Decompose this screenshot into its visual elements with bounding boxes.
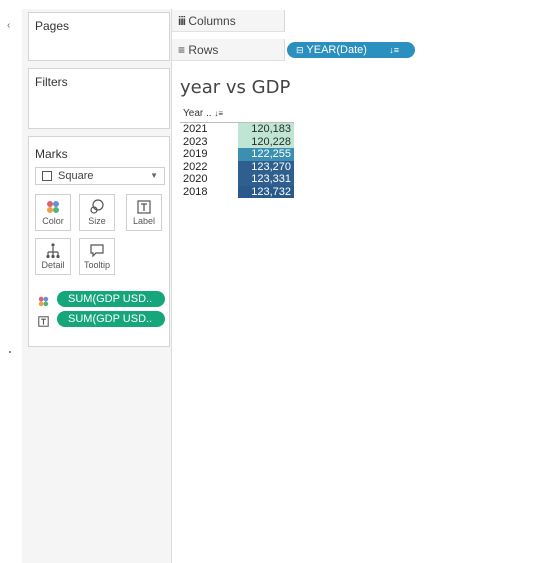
- collapse-plus-icon: ⊟: [296, 45, 304, 55]
- year-cell[interactable]: 2019: [183, 148, 207, 161]
- detail-button[interactable]: Detail: [35, 238, 71, 275]
- size-button[interactable]: Size: [79, 194, 115, 231]
- year-cell[interactable]: 2018: [183, 186, 207, 199]
- highlight-table: 2021 120,183 2023 120,228 2019 122,255 2022 123…: [183, 123, 295, 198]
- filters-card[interactable]: Filters: [28, 68, 170, 129]
- filters-title: Filters: [35, 75, 68, 89]
- label-button[interactable]: Label: [126, 194, 162, 231]
- table-row[interactable]: 2019 122,255: [183, 148, 295, 161]
- label-T-icon: [127, 199, 161, 215]
- viz-title: year vs GDP: [180, 77, 291, 98]
- marks-field-label[interactable]: SUM(GDP USD..: [35, 311, 167, 327]
- tooltip-button[interactable]: Tooltip: [79, 238, 115, 275]
- gdp-value-cell[interactable]: 122,255: [238, 148, 294, 161]
- pages-card[interactable]: Pages: [28, 12, 170, 61]
- table-row[interactable]: 2023 120,228: [183, 135, 295, 149]
- year-cell[interactable]: 2020: [183, 173, 207, 186]
- marks-card: Marks Square ▼ Color Size Label Detail T…: [28, 136, 170, 347]
- sort-icon: ↓≡: [389, 45, 399, 55]
- color-dots-icon: [36, 199, 70, 215]
- year-date-pill[interactable]: ⊟ YEAR(Date) ↓≡: [287, 42, 415, 58]
- sum-gdp-color-pill[interactable]: SUM(GDP USD..: [57, 291, 165, 307]
- color-label: Color: [42, 216, 64, 226]
- color-dots-icon: [38, 294, 49, 307]
- columns-icon: iii: [178, 14, 186, 28]
- gdp-value-cell[interactable]: 123,732: [238, 185, 294, 198]
- label-label: Label: [132, 216, 156, 226]
- table-row[interactable]: 2021 120,183: [183, 123, 295, 136]
- year-cell[interactable]: 2021: [183, 123, 207, 136]
- label-T-icon: [38, 314, 49, 327]
- square-icon: [42, 171, 52, 181]
- year-cell[interactable]: 2023: [183, 136, 207, 149]
- sort-icon[interactable]: ↓≡: [214, 109, 223, 118]
- view-canvas: year vs GDP Year .. ↓≡ 2021 120,183 2023 12…: [172, 61, 558, 563]
- tooltip-icon: [80, 243, 114, 259]
- pages-title: Pages: [35, 19, 70, 33]
- rows-icon: ≡: [178, 43, 186, 57]
- year-column-header[interactable]: Year .. ↓≡: [183, 108, 223, 119]
- table-row[interactable]: 2020 123,331: [183, 173, 295, 186]
- mark-type-dropdown[interactable]: Square ▼: [35, 167, 165, 185]
- collapse-chevron-icon[interactable]: ‹: [7, 20, 10, 31]
- chevron-down-icon: ▼: [150, 171, 158, 180]
- columns-shelf: iii Columns: [172, 10, 558, 32]
- table-row[interactable]: 2022 123,270: [183, 160, 295, 174]
- detail-icon: [36, 243, 70, 259]
- gdp-value-cell[interactable]: 123,331: [238, 173, 294, 186]
- size-icon: [80, 199, 114, 215]
- mark-type-value: Square: [58, 170, 94, 182]
- marks-title: Marks: [35, 147, 68, 161]
- gdp-value-cell[interactable]: 120,228: [238, 135, 294, 148]
- columns-drop-area[interactable]: [285, 10, 558, 32]
- tooltip-label: Tooltip: [83, 260, 110, 270]
- left-panel: Pages Filters Marks Square ▼ Color Size …: [22, 9, 172, 563]
- table-row[interactable]: 2018 123,732: [183, 185, 295, 199]
- columns-label: iii Columns: [178, 14, 236, 28]
- gdp-value-cell[interactable]: 123,270: [238, 160, 294, 173]
- color-button[interactable]: Color: [35, 194, 71, 231]
- rows-shelf: ≡ Rows ⊟ YEAR(Date) ↓≡: [172, 39, 558, 61]
- rows-label: ≡ Rows: [178, 43, 219, 57]
- year-cell[interactable]: 2022: [183, 161, 207, 174]
- marks-field-color[interactable]: SUM(GDP USD..: [35, 291, 167, 307]
- size-label: Size: [88, 216, 106, 226]
- detail-label: Detail: [41, 260, 65, 270]
- edge-marker: [9, 351, 11, 353]
- sum-gdp-label-pill[interactable]: SUM(GDP USD..: [57, 311, 165, 327]
- gdp-value-cell[interactable]: 120,183: [238, 123, 294, 136]
